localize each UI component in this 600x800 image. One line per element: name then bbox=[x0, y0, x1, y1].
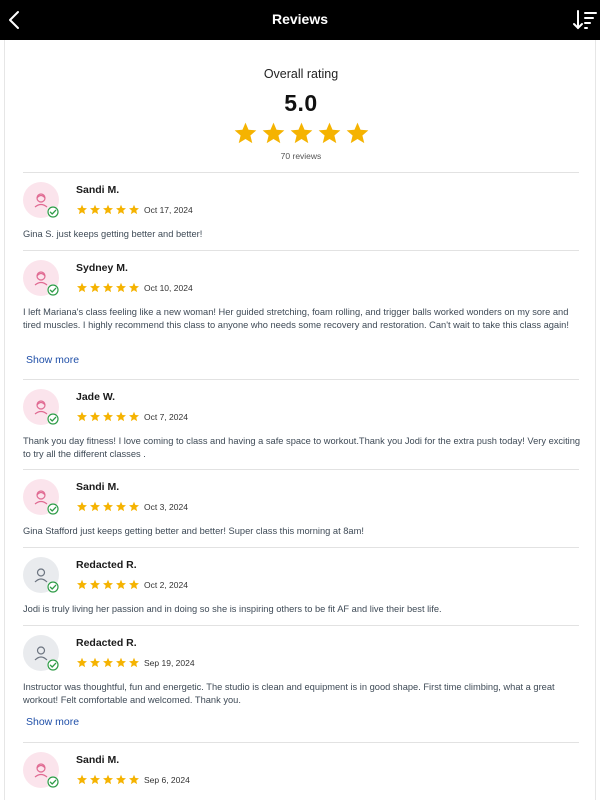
review-divider bbox=[23, 547, 579, 548]
review-date: Oct 3, 2024 bbox=[144, 502, 188, 512]
verified-check-icon bbox=[47, 206, 59, 218]
page-title: Reviews bbox=[271, 11, 329, 27]
star-icon bbox=[90, 501, 100, 512]
review-text: Instructor was thoughtful, fun and energ… bbox=[23, 682, 555, 705]
review-divider bbox=[23, 742, 579, 743]
star-icon bbox=[116, 411, 126, 422]
avatar bbox=[23, 182, 59, 218]
star-icon bbox=[129, 579, 139, 590]
overall-rating-score: 5.0 bbox=[284, 90, 318, 116]
overall-rating-title: Overall rating bbox=[263, 67, 339, 81]
avatar bbox=[23, 752, 59, 788]
verified-check-icon bbox=[47, 413, 59, 425]
star-icon bbox=[116, 282, 126, 293]
star-icon bbox=[234, 122, 256, 144]
star-icon bbox=[129, 774, 139, 785]
star-icon bbox=[290, 122, 312, 144]
avatar bbox=[23, 557, 59, 593]
review-rating-stars bbox=[76, 411, 140, 422]
reviews-scroll-area[interactable]: Overall rating 5.0 70 reviews Sandi M. Oc… bbox=[4, 40, 596, 800]
star-icon bbox=[90, 774, 100, 785]
star-icon bbox=[103, 657, 113, 668]
reviewer-name: Sandi M. bbox=[76, 754, 120, 766]
review-text: Gina Stafford just keeps getting better … bbox=[23, 526, 364, 536]
review-rating-stars bbox=[76, 579, 140, 590]
star-icon bbox=[103, 501, 113, 512]
star-icon bbox=[77, 501, 87, 512]
review-date: Oct 2, 2024 bbox=[144, 580, 188, 590]
star-icon bbox=[90, 282, 100, 293]
show-more-link[interactable]: Show more bbox=[26, 716, 79, 728]
star-icon bbox=[77, 204, 87, 215]
star-icon bbox=[77, 411, 87, 422]
review-text: Jodi is truly living her passion and in … bbox=[23, 604, 442, 614]
avatar bbox=[23, 389, 59, 425]
app-header: Reviews bbox=[0, 0, 600, 40]
review-date: Sep 6, 2024 bbox=[144, 775, 190, 785]
reviewer-name: Jade W. bbox=[76, 391, 116, 403]
star-icon bbox=[116, 657, 126, 668]
avatar bbox=[23, 479, 59, 515]
star-icon bbox=[129, 657, 139, 668]
review-rating-stars bbox=[76, 774, 140, 785]
star-icon bbox=[129, 282, 139, 293]
verified-check-icon bbox=[47, 503, 59, 515]
review-date: Oct 17, 2024 bbox=[144, 205, 193, 215]
review-divider bbox=[23, 625, 579, 626]
review-rating-stars bbox=[76, 204, 140, 215]
star-icon bbox=[116, 501, 126, 512]
star-icon bbox=[129, 411, 139, 422]
star-icon bbox=[77, 774, 87, 785]
review-rating-stars bbox=[76, 282, 140, 293]
star-icon bbox=[318, 122, 340, 144]
star-icon bbox=[77, 657, 87, 668]
overall-rating-card: Overall rating 5.0 70 reviews bbox=[5, 40, 595, 172]
reviewer-name: Sandi M. bbox=[76, 184, 120, 196]
sort-descending-icon[interactable] bbox=[572, 8, 598, 32]
show-more-link[interactable]: Show more bbox=[26, 354, 79, 366]
review-text: I left Mariana's class feeling like a ne… bbox=[23, 307, 569, 330]
star-icon bbox=[77, 579, 87, 590]
review-rating-stars bbox=[76, 657, 140, 668]
star-icon bbox=[116, 204, 126, 215]
avatar bbox=[23, 260, 59, 296]
overall-rating-stars bbox=[5, 121, 595, 145]
reviewer-name: Sydney M. bbox=[76, 262, 128, 274]
review-rating-stars bbox=[76, 501, 140, 512]
star-icon bbox=[103, 774, 113, 785]
star-icon bbox=[103, 282, 113, 293]
review-date: Oct 7, 2024 bbox=[144, 412, 188, 422]
star-icon bbox=[90, 204, 100, 215]
verified-check-icon bbox=[47, 284, 59, 296]
verified-check-icon bbox=[47, 581, 59, 593]
review-count: 70 reviews bbox=[280, 151, 322, 161]
avatar bbox=[23, 635, 59, 671]
review-text: Thank you day fitness! I love coming to … bbox=[23, 436, 581, 459]
star-icon bbox=[103, 411, 113, 422]
star-icon bbox=[129, 501, 139, 512]
star-icon bbox=[103, 579, 113, 590]
reviewer-name: Redacted R. bbox=[76, 559, 137, 571]
review-date: Sep 19, 2024 bbox=[144, 658, 195, 668]
star-icon bbox=[116, 774, 126, 785]
star-icon bbox=[262, 122, 284, 144]
reviewer-name: Redacted R. bbox=[76, 637, 137, 649]
review-divider bbox=[23, 172, 579, 173]
verified-check-icon bbox=[47, 776, 59, 788]
star-icon bbox=[90, 411, 100, 422]
star-icon bbox=[90, 657, 100, 668]
verified-check-icon bbox=[47, 659, 59, 671]
review-divider bbox=[23, 250, 579, 251]
star-icon bbox=[346, 122, 368, 144]
star-icon bbox=[129, 204, 139, 215]
review-text: Gina S. just keeps getting better and be… bbox=[23, 229, 203, 239]
review-divider bbox=[23, 469, 579, 470]
review-date: Oct 10, 2024 bbox=[144, 283, 193, 293]
star-icon bbox=[116, 579, 126, 590]
review-divider bbox=[23, 379, 579, 380]
star-icon bbox=[90, 579, 100, 590]
star-icon bbox=[77, 282, 87, 293]
reviewer-name: Sandi M. bbox=[76, 481, 120, 493]
star-icon bbox=[103, 204, 113, 215]
